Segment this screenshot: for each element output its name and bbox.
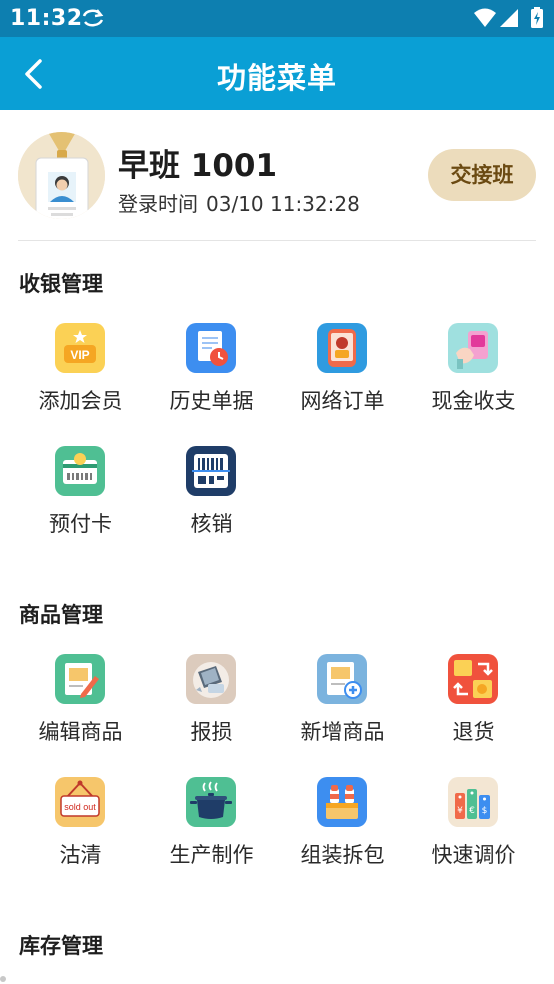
menu-item-edit-product[interactable]: 编辑商品 <box>15 654 146 764</box>
add-product-icon <box>317 654 367 704</box>
menu-item-label: 快速调价 <box>431 843 516 867</box>
online-order-icon <box>317 323 367 373</box>
barcode-verify-icon <box>186 446 236 496</box>
edit-product-icon <box>55 654 105 704</box>
shift-profile: 早班 1001 登录时间 03/10 11:32:28 交接班 <box>0 110 554 241</box>
menu-item-label: 组装拆包 <box>300 843 385 867</box>
history-receipt-icon <box>186 323 236 373</box>
menu-item-return-goods[interactable]: 退货 <box>408 654 539 764</box>
menu-item-prepaid-card[interactable]: 预付卡 <box>15 446 146 556</box>
login-info: 登录时间 03/10 11:32:28 <box>118 188 360 217</box>
price-tag-icon: ¥ € $ <box>448 777 498 827</box>
menu-item-label: 报损 <box>190 720 233 744</box>
menu-item-label: 编辑商品 <box>38 720 123 744</box>
menu-item-online-orders[interactable]: 网络订单 <box>277 323 408 433</box>
menu-item-label: 现金收支 <box>431 389 516 413</box>
login-time-value: 03/10 11:32:28 <box>206 192 360 216</box>
svg-text:¥: ¥ <box>457 806 463 816</box>
svg-text:VIP: VIP <box>70 348 89 362</box>
page-title: 功能菜单 <box>216 61 337 95</box>
menu-item-label: 退货 <box>452 720 495 744</box>
handover-button[interactable]: 交接班 <box>428 149 536 201</box>
shift-name: 早班 1001 <box>118 148 278 184</box>
cash-payment-icon <box>448 323 498 373</box>
login-time-label: 登录时间 <box>118 192 198 216</box>
scroll-indicator <box>0 976 6 982</box>
menu-item-label: 网络订单 <box>300 389 385 413</box>
menu-item-label: 历史单据 <box>169 389 254 413</box>
menu-item-label: 生产制作 <box>169 843 254 867</box>
section-title-products: 商品管理 <box>19 603 103 627</box>
menu-item-sold-out[interactable]: sold out 沽清 <box>15 777 146 887</box>
svg-text:$: $ <box>482 806 488 816</box>
sold-out-icon: sold out <box>55 777 105 827</box>
signal-icon <box>500 8 520 32</box>
menu-item-add-member[interactable]: VIP 添加会员 <box>15 323 146 433</box>
assemble-package-icon <box>317 777 367 827</box>
cooking-pot-icon <box>186 777 236 827</box>
svg-text:€: € <box>469 806 475 816</box>
status-bar: 11:32 <box>0 0 554 37</box>
menu-item-quick-price[interactable]: ¥ € $ 快速调价 <box>408 777 539 887</box>
prepaid-card-icon <box>55 446 105 496</box>
menu-item-label: 添加会员 <box>38 389 123 413</box>
status-time: 11:32 <box>10 6 83 31</box>
menu-item-label: 预付卡 <box>49 512 112 536</box>
menu-item-verify[interactable]: 核销 <box>146 446 277 556</box>
title-bar: 功能菜单 <box>0 37 554 110</box>
menu-item-damage-report[interactable]: 报损 <box>146 654 277 764</box>
divider <box>18 240 536 241</box>
return-goods-icon <box>448 654 498 704</box>
menu-item-label: 沽清 <box>59 843 102 867</box>
menu-item-cash-payments[interactable]: 现金收支 <box>408 323 539 433</box>
sync-icon <box>80 7 106 33</box>
sold-out-badge-text: sold out <box>64 802 96 812</box>
menu-item-label: 新增商品 <box>300 720 385 744</box>
menu-item-history-receipts[interactable]: 历史单据 <box>146 323 277 433</box>
section-title-inventory: 库存管理 <box>19 934 103 958</box>
damage-report-icon <box>186 654 236 704</box>
wifi-icon <box>474 8 496 32</box>
menu-item-assemble-package[interactable]: 组装拆包 <box>277 777 408 887</box>
menu-item-label: 核销 <box>190 512 233 536</box>
battery-charging-icon <box>530 7 544 33</box>
avatar <box>18 132 105 219</box>
menu-item-add-product[interactable]: 新增商品 <box>277 654 408 764</box>
section-title-cashier: 收银管理 <box>19 272 103 296</box>
vip-card-icon: VIP <box>55 323 105 373</box>
menu-item-production[interactable]: 生产制作 <box>146 777 277 887</box>
